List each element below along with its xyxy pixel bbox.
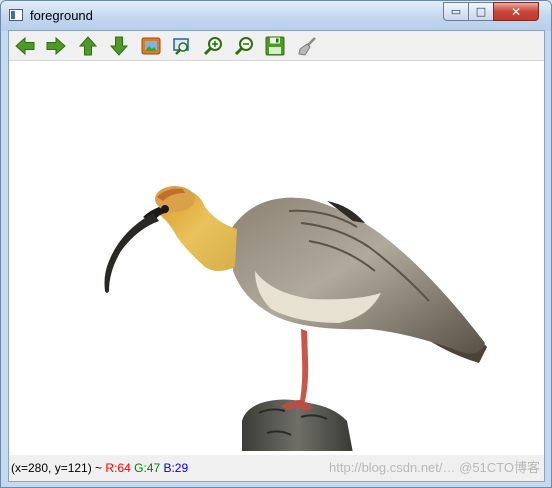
app-icon (9, 9, 23, 21)
close-button[interactable]: ✕ (493, 2, 539, 21)
save-button[interactable] (263, 34, 287, 58)
close-icon: ✕ (510, 4, 522, 19)
zoom-in-button[interactable] (201, 34, 225, 58)
brush-icon (298, 37, 316, 56)
zoom-rect-button[interactable] (170, 34, 194, 58)
pixel-green: G:47 (134, 461, 161, 475)
watermark: http://blog.csdn.net/… @51CTO博客 (329, 460, 540, 475)
zoom-out-button[interactable] (232, 34, 256, 58)
arrow-up-icon (78, 36, 98, 56)
zoom-fit-button[interactable] (139, 34, 163, 58)
maximize-icon: □ (475, 5, 487, 18)
maximize-button[interactable]: □ (468, 2, 494, 21)
app-window: foreground ▭ □ ✕ (x=280, y=121) ~ R:64 G… (0, 0, 552, 488)
client-area: (x=280, y=121) ~ R:64 G:47 B:29 http://b… (8, 30, 545, 482)
pixel-red: R:64 (105, 461, 131, 475)
pan-down-button[interactable] (107, 34, 131, 58)
arrow-right-icon (46, 36, 66, 56)
zoom-region-icon (173, 38, 189, 55)
arrow-down-icon (109, 36, 129, 56)
title-bar[interactable]: foreground ▭ □ ✕ (1, 1, 551, 30)
toolbar (9, 31, 544, 61)
pan-up-button[interactable] (76, 34, 100, 58)
save-icon (265, 36, 285, 56)
minimize-button[interactable]: ▭ (443, 2, 469, 21)
zoom-out-icon (234, 37, 253, 56)
pan-left-button[interactable] (13, 34, 37, 58)
pan-right-button[interactable] (44, 34, 68, 58)
arrow-left-icon (15, 36, 35, 56)
window-title: foreground (30, 8, 93, 23)
zoom-in-icon (203, 37, 222, 56)
image-canvas[interactable] (9, 61, 544, 451)
properties-button[interactable] (295, 34, 319, 58)
status-bar: (x=280, y=121) ~ R:64 G:47 B:29 http://b… (9, 455, 544, 481)
bird-image (104, 186, 487, 451)
minimize-icon: ▭ (450, 5, 462, 18)
pixel-blue: B:29 (163, 461, 189, 475)
cursor-coordinates: (x=280, y=121) ~ (11, 461, 103, 475)
image-icon (141, 37, 161, 55)
